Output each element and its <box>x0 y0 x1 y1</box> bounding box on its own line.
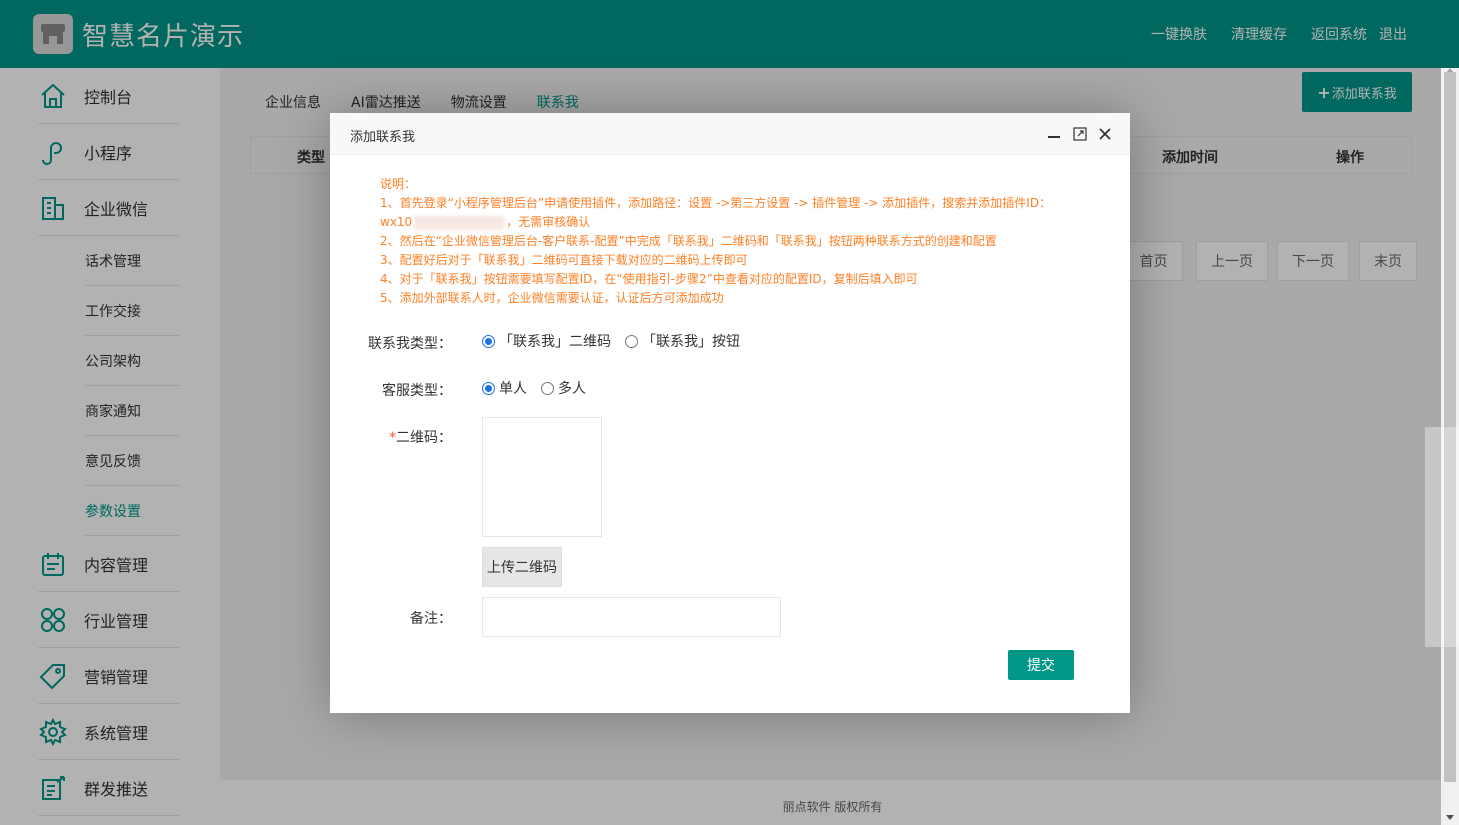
upload-qrcode-button[interactable]: 上传二维码 <box>482 547 562 587</box>
contact-type-button-label[interactable]: 「联系我」按钮 <box>642 331 740 351</box>
close-icon[interactable] <box>1096 125 1114 143</box>
service-type-radio-group: 单人 多人 <box>482 378 586 398</box>
submit-button[interactable]: 提交 <box>1008 650 1074 680</box>
dialog-title: 添加联系我 <box>350 130 416 145</box>
contact-type-qrcode-label[interactable]: 「联系我」二维码 <box>499 331 611 351</box>
dialog-titlebar: 添加联系我 <box>330 113 1130 155</box>
service-type-label: 客服类型： <box>382 383 452 399</box>
qrcode-label-text: 二维码： <box>396 430 452 446</box>
service-single-radio[interactable] <box>482 381 495 395</box>
note-line-2: 2、然后在“企业微信管理后台-客户联系-配置”中完成「联系我」二维码和「联系我」… <box>380 234 997 248</box>
note-line-1-suffix: ，无需审核确认 <box>506 215 591 229</box>
instructions-note: 说明： 1、首先登录“小程序管理后台”申请使用插件，添加路径：设置 ->第三方设… <box>380 175 1100 308</box>
minimize-icon[interactable] <box>1045 125 1063 143</box>
remark-input[interactable] <box>482 597 781 637</box>
qrcode-label: *二维码： <box>389 427 452 447</box>
contact-type-radio-group: 「联系我」二维码 「联系我」按钮 <box>482 331 740 351</box>
remark-label: 备注： <box>410 611 452 627</box>
required-mark: * <box>389 430 396 446</box>
note-line-1: 1、首先登录“小程序管理后台”申请使用插件，添加路径：设置 ->第三方设置 ->… <box>380 196 1052 210</box>
add-contact-dialog: 添加联系我 说明： 1、首先登录“小程序管理后台”申请使用插件，添加路径：设置 … <box>330 113 1130 713</box>
note-line-5: 5、添加外部联系人时，企业微信需要认证，认证后方可添加成功 <box>380 291 724 305</box>
service-multi-radio[interactable] <box>541 381 554 395</box>
note-heading: 说明： <box>380 177 417 191</box>
qrcode-preview <box>482 417 602 537</box>
side-panel-highlight <box>1425 427 1459 647</box>
contact-type-label: 联系我类型： <box>368 336 452 352</box>
plugin-id-prefix: wx10 <box>380 215 413 229</box>
scroll-down-icon[interactable] <box>1446 815 1454 820</box>
note-line-4: 4、对于「联系我」按钮需要填写配置ID，在“使用指引-步骤2”中查看对应的配置I… <box>380 272 918 286</box>
contact-type-button-radio[interactable] <box>625 334 638 348</box>
maximize-icon[interactable] <box>1071 125 1089 143</box>
note-line-3: 3、配置好后对于「联系我」二维码可直接下载对应的二维码上传即可 <box>380 253 748 267</box>
service-multi-label[interactable]: 多人 <box>558 378 586 398</box>
note-line-1b: wx10 ，无需审核确认 <box>380 213 1100 232</box>
service-single-label[interactable]: 单人 <box>499 378 527 398</box>
contact-type-qrcode-radio[interactable] <box>482 334 495 348</box>
redacted-plugin-id <box>414 215 505 230</box>
